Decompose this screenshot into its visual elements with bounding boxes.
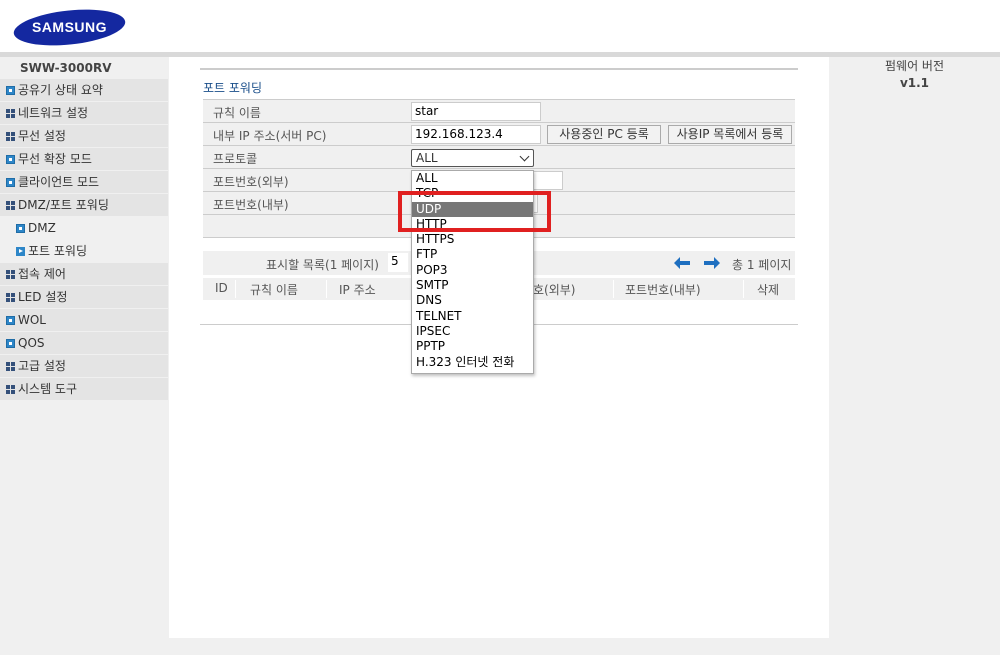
sidebar-item-label: 무선 확장 모드 — [18, 152, 92, 166]
dropdown-option[interactable]: PPTP — [412, 339, 533, 354]
display-count-select[interactable]: 5 — [388, 253, 408, 272]
samsung-logo: SAMSUNG — [13, 9, 126, 46]
sidebar-item-label: QOS — [18, 336, 45, 350]
sidebar-item-label: DMZ/포트 포워딩 — [18, 198, 109, 212]
protocol-select[interactable]: ALL — [411, 149, 534, 167]
sidebar-item-label: 공유기 상태 요약 — [18, 83, 103, 97]
internal-ip-input[interactable]: 192.168.123.4 — [411, 125, 541, 144]
protocol-label: 프로토콜 — [213, 152, 258, 166]
sidebar-item[interactable]: 접속 제어 — [0, 263, 168, 286]
sidebar-item-label: 네트워크 설정 — [18, 106, 89, 120]
sidebar-item-label: 고급 설정 — [18, 359, 66, 373]
sidebar-item-label: 포트 포워딩 — [28, 244, 88, 258]
svg-text:SAMSUNG: SAMSUNG — [32, 19, 107, 35]
sidebar-item-label: 클라이언트 모드 — [18, 175, 100, 189]
dropdown-option[interactable]: DNS — [412, 293, 533, 308]
sidebar-item[interactable]: WOL — [0, 309, 168, 332]
dropdown-option[interactable]: SMTP — [412, 278, 533, 293]
grid-icon — [6, 131, 15, 141]
grid-icon — [6, 361, 15, 371]
blue-square-icon — [6, 315, 15, 325]
rule-name-row: 규칙 이름 star — [203, 100, 795, 123]
sidebar-item-label: LED 설정 — [18, 290, 68, 304]
col-id: ID — [215, 281, 228, 295]
sidebar-item[interactable]: 무선 확장 모드 — [0, 148, 168, 171]
sidebar-item[interactable]: DMZ/포트 포워딩 — [0, 194, 168, 217]
dropdown-option[interactable]: HTTPS — [412, 232, 533, 247]
blue-square-icon — [16, 223, 25, 233]
sidebar-item-label: 시스템 도구 — [18, 382, 78, 396]
firmware-info: 펌웨어 버전 v1.1 — [829, 57, 1000, 90]
next-page-icon[interactable] — [704, 257, 720, 269]
sidebar-item[interactable]: LED 설정 — [0, 286, 168, 309]
external-port-input[interactable] — [533, 171, 563, 190]
rule-name-input[interactable]: star — [411, 102, 541, 121]
model-name: SWW-3000RV — [20, 61, 112, 75]
col-ip: IP 주소 — [339, 283, 376, 297]
grid-icon — [6, 200, 15, 210]
dropdown-option[interactable]: TELNET — [412, 309, 533, 324]
sidebar-item[interactable]: 고급 설정 — [0, 355, 168, 378]
col-divider — [326, 280, 327, 298]
firmware-label: 펌웨어 버전 — [884, 59, 944, 73]
header: SAMSUNG — [0, 0, 1000, 52]
sidebar-item[interactable]: 무선 설정 — [0, 125, 168, 148]
dropdown-option[interactable]: FTP — [412, 247, 533, 262]
col-internal-port: 포트번호(내부) — [625, 283, 701, 297]
arrow-icon — [16, 246, 25, 256]
blue-square-icon — [6, 85, 15, 95]
sidebar-item[interactable]: QOS — [0, 332, 168, 355]
grid-icon — [6, 108, 15, 118]
col-delete: 삭제 — [757, 283, 780, 297]
internal-ip-row: 내부 IP 주소(서버 PC) 192.168.123.4 사용중인 PC 등록… — [203, 123, 795, 146]
protocol-row: 프로토콜 ALL — [203, 146, 795, 169]
sidebar-item[interactable]: 공유기 상태 요약 — [0, 79, 168, 102]
col-external-port: 호(외부) — [533, 283, 576, 297]
chevron-down-icon — [519, 151, 530, 162]
internal-port-label: 포트번호(내부) — [213, 198, 289, 212]
col-rule-name: 규칙 이름 — [250, 283, 298, 297]
internal-ip-label: 내부 IP 주소(서버 PC) — [213, 129, 327, 143]
protocol-select-value: ALL — [416, 151, 438, 165]
grid-icon — [6, 269, 15, 279]
sidebar-item-label: DMZ — [28, 221, 56, 235]
register-ip-list-button[interactable]: 사용IP 목록에서 등록 — [668, 125, 792, 144]
display-count-label: 표시할 목록(1 페이지) — [266, 258, 379, 272]
sidebar-item[interactable]: DMZ — [0, 217, 168, 240]
dropdown-option[interactable]: IPSEC — [412, 324, 533, 339]
sidebar: SWW-3000RV 공유기 상태 요약네트워크 설정무선 설정무선 확장 모드… — [0, 57, 168, 401]
register-pc-button[interactable]: 사용중인 PC 등록 — [547, 125, 661, 144]
grid-icon — [6, 384, 15, 394]
divider — [200, 68, 798, 70]
highlight-box — [398, 191, 551, 232]
sidebar-item[interactable]: 시스템 도구 — [0, 378, 168, 401]
page-title: 포트 포워딩 — [203, 81, 263, 95]
sidebar-item-label: 접속 제어 — [18, 267, 66, 281]
sidebar-item-label: 무선 설정 — [18, 129, 66, 143]
external-port-label: 포트번호(외부) — [213, 175, 289, 189]
sidebar-item-label: WOL — [18, 313, 46, 327]
col-divider — [235, 280, 236, 298]
col-divider — [613, 280, 614, 298]
col-divider — [743, 280, 744, 298]
firmware-version: v1.1 — [899, 76, 930, 90]
sidebar-item[interactable]: 네트워크 설정 — [0, 102, 168, 125]
grid-icon — [6, 292, 15, 302]
sidebar-item[interactable]: 클라이언트 모드 — [0, 171, 168, 194]
blue-square-icon — [6, 177, 15, 187]
total-pages: 총 1 페이지 — [732, 258, 792, 272]
dropdown-option[interactable]: H.323 인터넷 전화 — [412, 355, 533, 370]
rule-name-label: 규칙 이름 — [213, 106, 261, 120]
blue-square-icon — [6, 338, 15, 348]
prev-page-icon[interactable] — [674, 257, 690, 269]
blue-square-icon — [6, 154, 15, 164]
dropdown-option[interactable]: POP3 — [412, 263, 533, 278]
sidebar-item[interactable]: 포트 포워딩 — [0, 240, 168, 263]
dropdown-option[interactable]: ALL — [412, 171, 533, 186]
